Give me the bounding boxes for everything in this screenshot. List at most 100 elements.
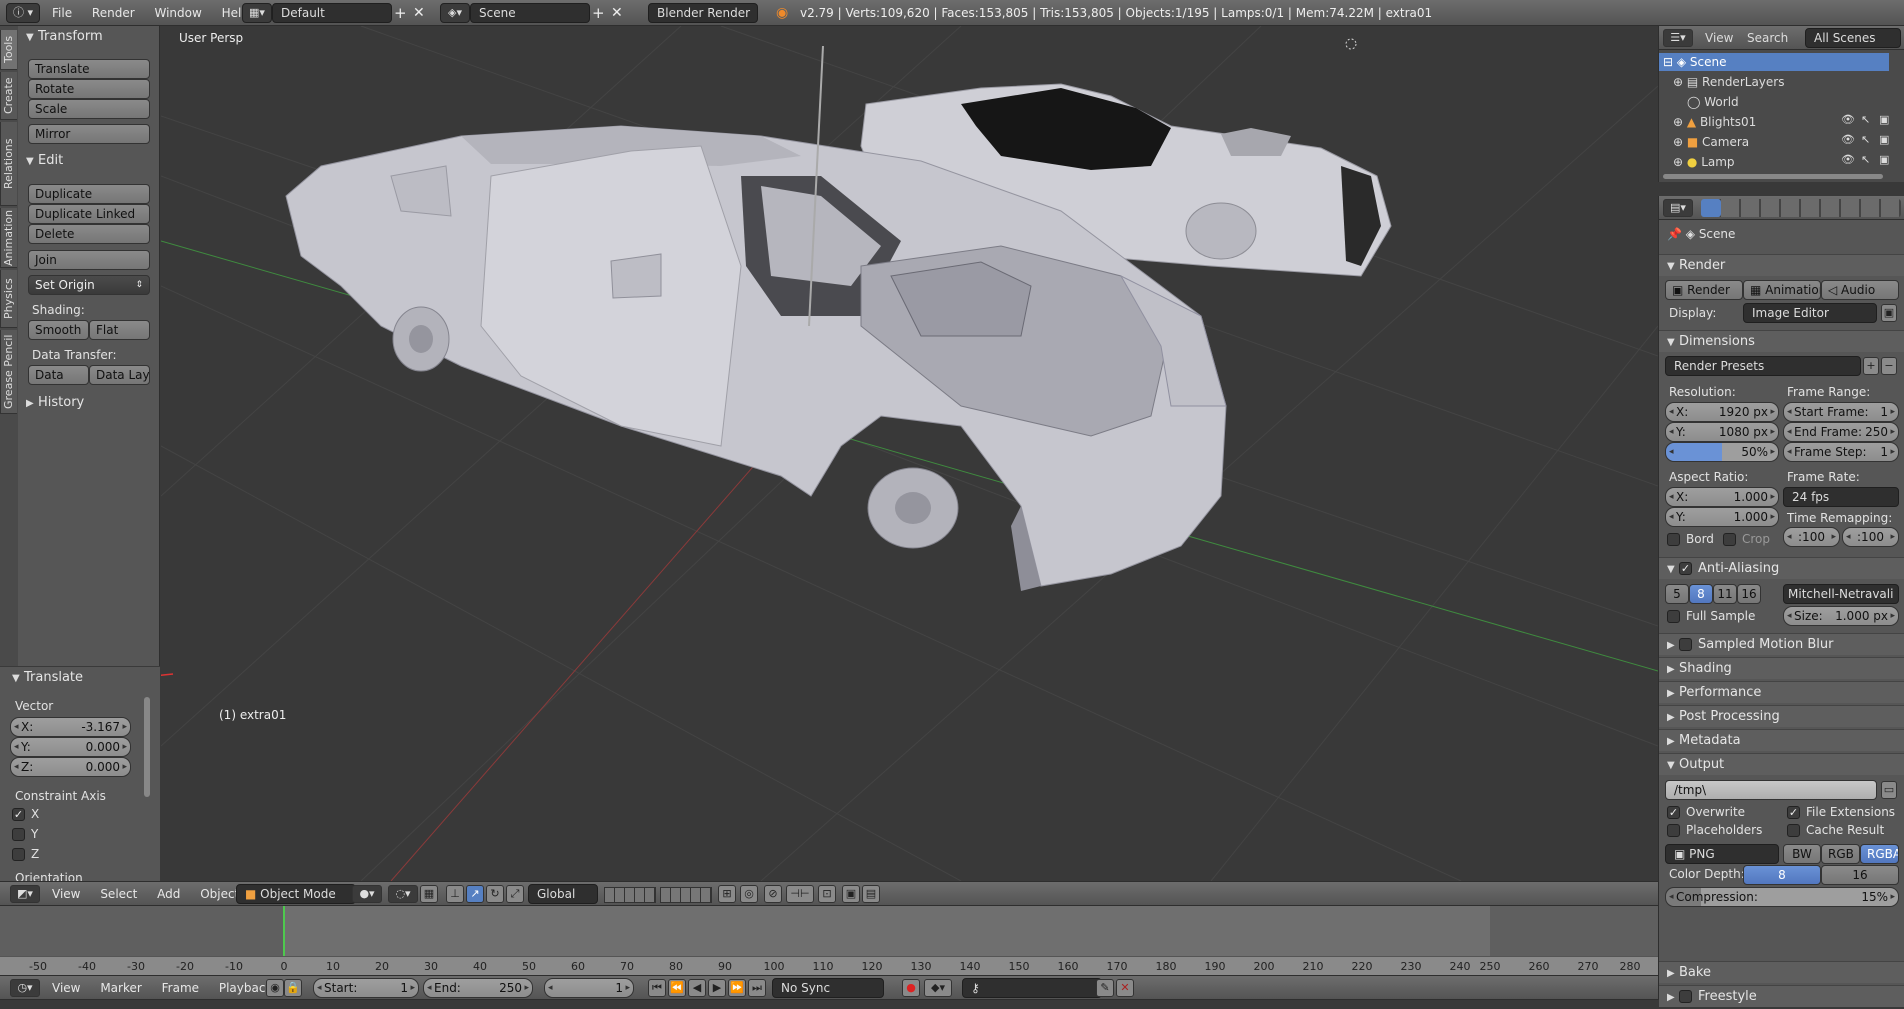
render-camera-icon[interactable]: ▣ [1879,113,1889,126]
edit-panel-header[interactable]: ▼ Edit [18,150,160,172]
visibility-eye-icon[interactable]: 👁 [1841,153,1855,166]
color-depth-16-button[interactable]: 16 [1821,865,1899,885]
color-depth-8-button[interactable]: 8 [1743,865,1821,885]
color-bw-button[interactable]: BW [1783,844,1821,864]
jump-start-icon[interactable]: ⏮ [648,979,666,997]
constraint-z-checkbox[interactable]: Z [12,847,39,861]
file-format-select[interactable]: ▣ PNG [1665,844,1779,864]
dimensions-panel-header[interactable]: ▼ Dimensions [1659,330,1904,352]
preview-range-icon[interactable]: ◉ [266,979,284,997]
screen-layout-field[interactable]: Default [272,3,392,23]
constraint-y-checkbox[interactable]: Y [12,827,38,841]
set-origin-select[interactable]: Set Origin ⇕ [28,275,150,295]
output-path-field[interactable]: /tmp\ [1665,780,1877,800]
layer-buttons-grid-2[interactable] [660,887,712,903]
aa-samples-16[interactable]: 16 [1737,584,1761,604]
operator-scrollbar[interactable] [144,697,150,797]
keying-set-icon[interactable]: ◆▾ [924,979,952,997]
menu-render[interactable]: Render [84,0,143,26]
vector-y-field[interactable]: Y:0.000 [10,737,131,757]
full-sample-checkbox[interactable]: Full Sample [1667,609,1755,623]
placeholders-checkbox[interactable]: Placeholders [1667,823,1762,837]
outliner-row-camera[interactable]: ⊕ ■ Camera [1673,133,1749,151]
resolution-x-field[interactable]: X:1920 px [1665,402,1779,422]
aa-samples-5[interactable]: 5 [1665,584,1689,604]
anti-aliasing-checkbox[interactable] [1679,562,1692,575]
current-frame-field[interactable]: 1 [544,978,634,998]
play-reverse-icon[interactable]: ◀ [688,979,706,997]
smooth-button[interactable]: Smooth [28,320,89,340]
aspect-y-field[interactable]: Y:1.000 [1665,507,1779,527]
scale-manipulator-icon[interactable]: ⤢ [506,885,524,903]
duplicate-linked-button[interactable]: Duplicate Linked [28,204,150,224]
translate-manipulator-icon[interactable]: ↗ [466,885,484,903]
menu-marker[interactable]: Marker [92,975,149,1001]
display-lock-icon[interactable]: ▣ [1881,304,1897,322]
select-arrow-icon[interactable]: ↖ [1861,113,1870,126]
data-button[interactable]: Data [28,365,89,385]
performance-panel-header[interactable]: ▶ Performance [1659,681,1904,703]
outliner-filter-select[interactable]: All Scenes [1805,28,1901,48]
outliner-row-world[interactable]: ◯ World [1687,93,1739,111]
record-icon[interactable]: ● [902,979,920,997]
menu-frame[interactable]: Frame [154,975,207,1001]
sampled-motion-blur-panel-header[interactable]: ▶ Sampled Motion Blur [1659,633,1904,655]
constraint-x-checkbox[interactable]: X [12,807,39,821]
rotate-button[interactable]: Rotate [28,79,150,99]
tab-relations[interactable]: Relations [0,122,17,206]
start-frame-prop-field[interactable]: Start Frame:1 [1783,402,1899,422]
screen-layout-icon[interactable]: ▦▾ [242,3,272,23]
layer-buttons-grid[interactable] [604,887,656,903]
end-frame-field[interactable]: End:250 [423,978,533,998]
menu-view[interactable]: View [44,975,88,1001]
outliner-row-lamp[interactable]: ⊕ ● Lamp [1673,153,1735,171]
metadata-panel-header[interactable]: ▶ Metadata [1659,729,1904,751]
tab-grease-pencil[interactable]: Grease Pencil [0,330,17,414]
outliner-row-scene[interactable]: ⊟ ◈ Scene [1659,53,1889,71]
color-rgba-button[interactable]: RGBA [1860,844,1899,864]
tab-animation[interactable]: Animation [0,208,17,268]
transform-panel-header[interactable]: ▼ Transform [18,26,160,48]
flat-button[interactable]: Flat [89,320,150,340]
interaction-mode-select[interactable]: ■ Object Mode [236,884,356,904]
limit-selection-icon[interactable]: ▦ [420,885,438,903]
lock-icon[interactable]: 🔒 [284,979,302,997]
render-camera-icon[interactable]: ▣ [1879,153,1889,166]
join-button[interactable]: Join [28,250,150,270]
crop-checkbox[interactable]: Crop [1723,532,1770,546]
editor-type-info-icon[interactable]: ⓘ ▾ [6,3,40,23]
pin-icon[interactable]: 📌 [1667,227,1682,241]
aspect-x-field[interactable]: X:1.000 [1665,487,1779,507]
insert-keyframe-icon[interactable]: ✎ [1096,979,1114,997]
color-rgb-button[interactable]: RGB [1821,844,1860,864]
file-extensions-checkbox[interactable]: File Extensions [1787,805,1895,819]
editor-type-outliner-icon[interactable]: ☰▾ [1663,29,1693,47]
editor-type-timeline-icon[interactable]: ◷▾ [10,979,40,997]
frame-step-field[interactable]: Frame Step:1 [1783,442,1899,462]
jump-keyframe-forward-icon[interactable]: ⏩ [728,979,746,997]
jump-keyframe-back-icon[interactable]: ⏪ [668,979,686,997]
audio-button[interactable]: ◁ Audio [1821,280,1899,300]
menu-select[interactable]: Select [92,881,145,907]
output-panel-header[interactable]: ▼ Output [1659,753,1904,775]
opengl-anim-icon[interactable]: ▤ [862,885,880,903]
duplicate-button[interactable]: Duplicate [28,184,150,204]
render-panel-header[interactable]: ▼ Render [1659,254,1904,276]
add-preset-icon[interactable]: + [1863,357,1879,375]
tab-create[interactable]: Create [0,72,17,120]
manipulator-icon[interactable]: ⊥ [446,885,464,903]
compression-slider[interactable]: Compression:15% [1665,887,1899,907]
snap-icon[interactable]: ⊘ [764,885,782,903]
frame-rate-select[interactable]: 24 fps [1783,487,1899,507]
history-panel-header[interactable]: ▶ History [18,392,160,414]
delete-button[interactable]: Delete [28,224,150,244]
shading-panel-header[interactable]: ▶ Shading [1659,657,1904,679]
operator-panel-header[interactable]: ▼ Translate [0,667,160,689]
remap-new-field[interactable]: :100 [1842,527,1899,547]
motion-blur-checkbox[interactable] [1679,638,1692,651]
display-select[interactable]: Image Editor [1743,303,1877,323]
outliner-row-renderlayers[interactable]: ⊕ ▤ RenderLayers [1673,73,1784,91]
aa-samples-8[interactable]: 8 [1689,584,1713,604]
delete-keyframe-icon[interactable]: ✕ [1116,979,1134,997]
start-frame-field[interactable]: Start:1 [313,978,419,998]
